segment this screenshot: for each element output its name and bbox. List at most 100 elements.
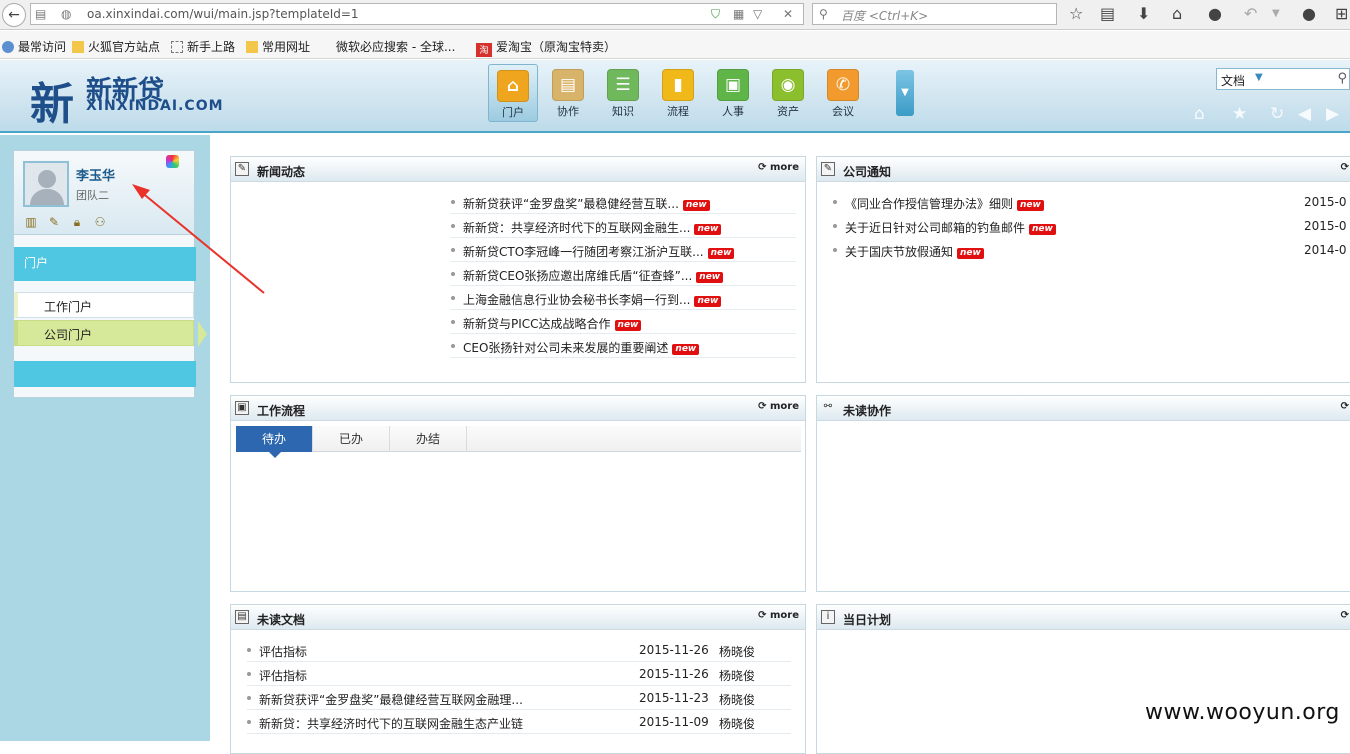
- sidebar: 李玉华 团队二 ▥ ✎ 🔒︎ ⚇ 门户 工作门户 公司门户: [0, 135, 210, 741]
- notice-item[interactable]: 关于近日针对公司邮箱的钓鱼邮件 new 2015-0: [833, 214, 1350, 238]
- lock-icon[interactable]: 🔒︎: [69, 215, 85, 229]
- bookmark-item[interactable]: 火狐官方站点: [72, 38, 160, 55]
- menu-item-label: 公司门户: [44, 328, 93, 342]
- refresh-icon[interactable]: ⟳: [1341, 162, 1349, 173]
- id-card-icon: ▣: [717, 69, 749, 101]
- chevron-down-icon[interactable]: ▼: [1272, 8, 1280, 19]
- bullet: [451, 224, 455, 228]
- doc-title[interactable]: 评估指标: [259, 667, 307, 684]
- shield-icon[interactable]: ⛉: [711, 7, 720, 22]
- news-title[interactable]: 上海金融信息行业协会秘书长李娟一行到... new: [463, 291, 722, 308]
- nav-item[interactable]: ▤ 协作: [543, 64, 593, 122]
- message-icon[interactable]: ●: [1302, 4, 1316, 23]
- nav-item[interactable]: ▮ 流程: [653, 64, 703, 122]
- news-title[interactable]: 新新贷获评“金罗盘奖”最稳健经营互联... new: [463, 195, 710, 212]
- home-icon[interactable]: ⌂: [1194, 104, 1205, 124]
- tab-done[interactable]: 已办: [313, 426, 390, 452]
- new-badge: new: [957, 248, 984, 259]
- crop-icon[interactable]: ⊞: [1335, 4, 1348, 23]
- more-link[interactable]: ⟳ more: [758, 610, 799, 621]
- reading-list-icon[interactable]: ▤: [1100, 4, 1115, 23]
- chat-icon[interactable]: ●: [1208, 4, 1222, 23]
- news-item[interactable]: 新新贷CTO李冠峰一行随团考察江浙沪互联... new: [451, 238, 796, 262]
- star-icon[interactable]: ☆: [1069, 4, 1083, 23]
- notice-item[interactable]: 《同业合作授信管理办法》细则 new 2015-0: [833, 190, 1350, 214]
- search-input[interactable]: ⚲ 百度 <Ctrl+K>: [812, 3, 1057, 25]
- more-label: more: [769, 401, 799, 412]
- page-icon: ▤: [35, 7, 47, 21]
- news-item[interactable]: 新新贷：共享经济时代下的互联网金融生... new: [451, 214, 796, 238]
- bookmark-item[interactable]: 最常访问: [2, 38, 66, 55]
- doc-item[interactable]: 新新贷：共享经济时代下的互联网金融生态产业链 2015-11-09 杨晓俊: [247, 710, 791, 734]
- chevron-down-icon[interactable]: ▼: [1255, 72, 1263, 83]
- home-icon[interactable]: ⌂: [1172, 4, 1182, 23]
- more-link[interactable]: ⟳ more: [758, 162, 799, 173]
- more-label: more: [769, 162, 799, 173]
- browser-toolbar: ← ▤ ◍ oa.xinxindai.com/wui/main.jsp?temp…: [0, 0, 1350, 30]
- download-icon[interactable]: ⬇: [1137, 4, 1150, 23]
- doc-item[interactable]: 新新贷获评“金罗盘奖”最稳健经营互联网金融理... 2015-11-23 杨晓俊: [247, 686, 791, 710]
- doc-item[interactable]: 评估指标 2015-11-26 杨晓俊: [247, 638, 791, 662]
- menu-item-company-portal[interactable]: 公司门户: [14, 320, 207, 347]
- notice-title[interactable]: 《同业合作授信管理办法》细则 new: [845, 195, 1044, 212]
- news-title[interactable]: 新新贷CEO张扬应邀出席维氏盾“征查蜂”... new: [463, 267, 724, 284]
- dropdown-icon[interactable]: ▽: [753, 7, 762, 21]
- avatar[interactable]: [23, 161, 69, 207]
- doc-title[interactable]: 评估指标: [259, 643, 307, 660]
- tab-todo[interactable]: 待办: [236, 426, 313, 458]
- notice-title[interactable]: 关于国庆节放假通知 new: [845, 243, 984, 260]
- tab-finished[interactable]: 办结: [390, 426, 467, 452]
- back-icon[interactable]: ◀: [1298, 104, 1311, 124]
- doc-search-type[interactable]: 文档: [1221, 72, 1245, 89]
- news-item[interactable]: 上海金融信息行业协会秘书长李娟一行到... new: [451, 286, 796, 310]
- news-title[interactable]: 新新贷：共享经济时代下的互联网金融生... new: [463, 219, 722, 236]
- back-button[interactable]: ←: [2, 3, 26, 27]
- qr-icon[interactable]: ▦: [733, 7, 744, 21]
- doc-item[interactable]: 评估指标 2015-11-26 杨晓俊: [247, 662, 791, 686]
- news-item[interactable]: 新新贷与PICC达成战略合作 new: [451, 310, 796, 334]
- close-icon[interactable]: ✕: [783, 7, 793, 21]
- bookmark-item[interactable]: 新手上路: [171, 38, 235, 55]
- org-chart-icon[interactable]: ⚇: [92, 215, 108, 229]
- nav-item[interactable]: ⌂ 门户: [488, 64, 538, 122]
- undo-icon[interactable]: ↶: [1244, 4, 1257, 23]
- theme-palette-icon[interactable]: [166, 155, 179, 168]
- nav-item[interactable]: ◉ 资产: [763, 64, 813, 122]
- page-icon: [171, 41, 183, 53]
- nav-item[interactable]: ✆ 会议: [818, 64, 868, 122]
- news-title[interactable]: 新新贷CTO李冠峰一行随团考察江浙沪互联... new: [463, 243, 735, 260]
- collab-icon: ⚯: [823, 401, 833, 412]
- refresh-icon[interactable]: ⟳: [1341, 610, 1349, 621]
- menu-head[interactable]: 门户: [14, 247, 196, 281]
- doc-title[interactable]: 新新贷获评“金罗盘奖”最稳健经营互联网金融理...: [259, 691, 523, 708]
- refresh-icon[interactable]: ↻: [1270, 104, 1284, 124]
- forward-icon[interactable]: ▶: [1326, 104, 1339, 124]
- search-icon[interactable]: ⚲: [1337, 71, 1347, 86]
- news-item[interactable]: 新新贷CEO张扬应邀出席维氏盾“征查蜂”... new: [451, 262, 796, 286]
- nav-item[interactable]: ☰ 知识: [598, 64, 648, 122]
- bookmark-item[interactable]: 淘爱淘宝（原淘宝特卖）: [476, 38, 616, 57]
- url-bar[interactable]: ▤ ◍ oa.xinxindai.com/wui/main.jsp?templa…: [30, 3, 804, 25]
- news-item[interactable]: 新新贷获评“金罗盘奖”最稳健经营互联... new: [451, 190, 796, 214]
- nav-expand-button[interactable]: ▼: [896, 70, 914, 116]
- refresh-icon[interactable]: ⟳: [1341, 401, 1349, 412]
- book-icon[interactable]: ▥: [23, 215, 39, 229]
- home-icon: ⌂: [497, 70, 529, 102]
- notice-title[interactable]: 关于近日针对公司邮箱的钓鱼邮件 new: [845, 219, 1056, 236]
- more-link[interactable]: ⟳ more: [758, 401, 799, 412]
- notice-item[interactable]: 关于国庆节放假通知 new 2014-0: [833, 238, 1350, 262]
- user-name[interactable]: 李玉华: [76, 165, 115, 184]
- bullet: [247, 720, 251, 724]
- nav-item[interactable]: ▣ 人事: [708, 64, 758, 122]
- news-title[interactable]: 新新贷与PICC达成战略合作 new: [463, 315, 642, 332]
- bookmark-item[interactable]: 常用网址: [246, 38, 310, 55]
- notice-icon: ✎: [821, 162, 835, 176]
- doc-title[interactable]: 新新贷：共享经济时代下的互联网金融生态产业链: [259, 715, 523, 732]
- doc-search-box[interactable]: 文档 ▼ ⚲: [1216, 68, 1350, 90]
- bookmark-item[interactable]: 微软必应搜索 - 全球...: [324, 38, 455, 55]
- favorite-icon[interactable]: ★: [1232, 104, 1247, 124]
- news-title[interactable]: CEO张扬针对公司未来发展的重要阐述 new: [463, 339, 700, 356]
- edit-icon[interactable]: ✎: [46, 215, 62, 229]
- menu-item-work-portal[interactable]: 工作门户: [14, 292, 194, 318]
- news-item[interactable]: CEO张扬针对公司未来发展的重要阐述 new: [451, 334, 796, 358]
